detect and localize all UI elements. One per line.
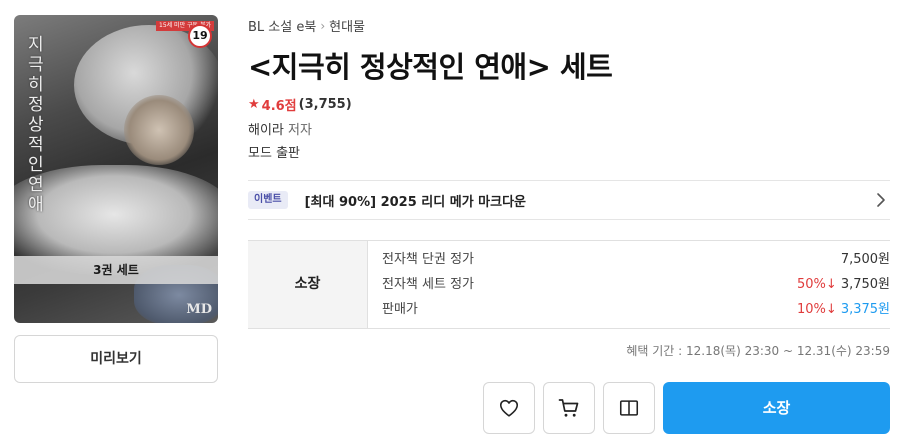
wishlist-button[interactable] [483, 382, 535, 434]
cart-icon [558, 399, 579, 417]
discount-rate: 50%↓ [797, 277, 837, 292]
author-role: 저자 [288, 123, 312, 138]
heart-icon [499, 399, 519, 417]
price-row-label: 전자책 단권 정가 [382, 252, 474, 267]
own-button[interactable]: 소장 [663, 382, 890, 434]
rating-score: 4.6점 [261, 99, 297, 114]
price-row: 판매가 10%↓ 3,375원 [382, 297, 890, 322]
preview-button[interactable]: 미리보기 [14, 335, 218, 383]
book-cover-image[interactable]: 지극히 정상적인 연애 15세 미만 구독 불가 3권 세트 MD [14, 15, 218, 323]
price-row-value: 7,500원 [841, 247, 890, 272]
cart-button[interactable] [543, 382, 595, 434]
cover-set-label: 3권 세트 [14, 256, 218, 284]
publisher-name[interactable]: 모드 [248, 146, 272, 161]
event-banner[interactable]: 이벤트 [최대 90%] 2025 리디 메가 마크다운 [248, 180, 890, 220]
cover-art-figure [124, 95, 194, 165]
age-rating-badge: 19 [188, 24, 212, 48]
price-row: 전자책 세트 정가 50%↓ 3,750원 [382, 272, 890, 297]
event-tag: 이벤트 [248, 191, 288, 209]
publisher-logo: MD [186, 302, 212, 317]
publisher-row: 모드 출판 [248, 142, 300, 161]
price-value: 7,500원 [840, 252, 890, 267]
benefit-period: 혜택 기간 : 12.18(목) 23:30 ~ 12.31(수) 23:59 [626, 344, 890, 358]
rating[interactable]: ★ 4.6점 (3,755) [248, 95, 352, 114]
breadcrumb-item[interactable]: BL 소설 e북 [248, 16, 316, 35]
publisher-role: 출판 [276, 146, 300, 161]
breadcrumb-item[interactable]: 현대물 [329, 16, 365, 35]
chevron-right-icon: › [320, 18, 326, 33]
price-row: 전자책 단권 정가 7,500원 [382, 247, 890, 272]
price-row-label: 판매가 [382, 302, 418, 317]
star-icon: ★ [248, 97, 260, 112]
open-book-button[interactable] [603, 382, 655, 434]
discount-rate: 10%↓ [797, 302, 837, 317]
sale-price: 3,375원 [840, 302, 890, 317]
book-open-icon [619, 400, 639, 416]
author-row: 해이라 저자 [248, 119, 312, 138]
price-row-value: 50%↓ 3,750원 [797, 272, 890, 297]
cover-title: 지극히 정상적인 연애 [28, 35, 44, 215]
breadcrumb: BL 소설 e북 › 현대물 [248, 16, 365, 36]
page-title: <지극히 정상적인 연애> 세트 [248, 50, 613, 84]
rating-count: (3,755) [298, 97, 352, 112]
price-type-label: 소장 [248, 241, 368, 328]
price-row-label: 전자책 세트 정가 [382, 277, 474, 292]
chevron-right-icon [877, 193, 885, 207]
price-table: 소장 전자책 단권 정가 7,500원 전자책 세트 정가 50%↓ 3,750원… [248, 240, 890, 329]
author-name[interactable]: 해이라 [248, 123, 284, 138]
price-row-value: 10%↓ 3,375원 [797, 297, 890, 322]
price-value: 3,750원 [840, 277, 890, 292]
event-text: [최대 90%] 2025 리디 메가 마크다운 [304, 194, 527, 210]
price-rows: 전자책 단권 정가 7,500원 전자책 세트 정가 50%↓ 3,750원 판매… [368, 241, 890, 328]
